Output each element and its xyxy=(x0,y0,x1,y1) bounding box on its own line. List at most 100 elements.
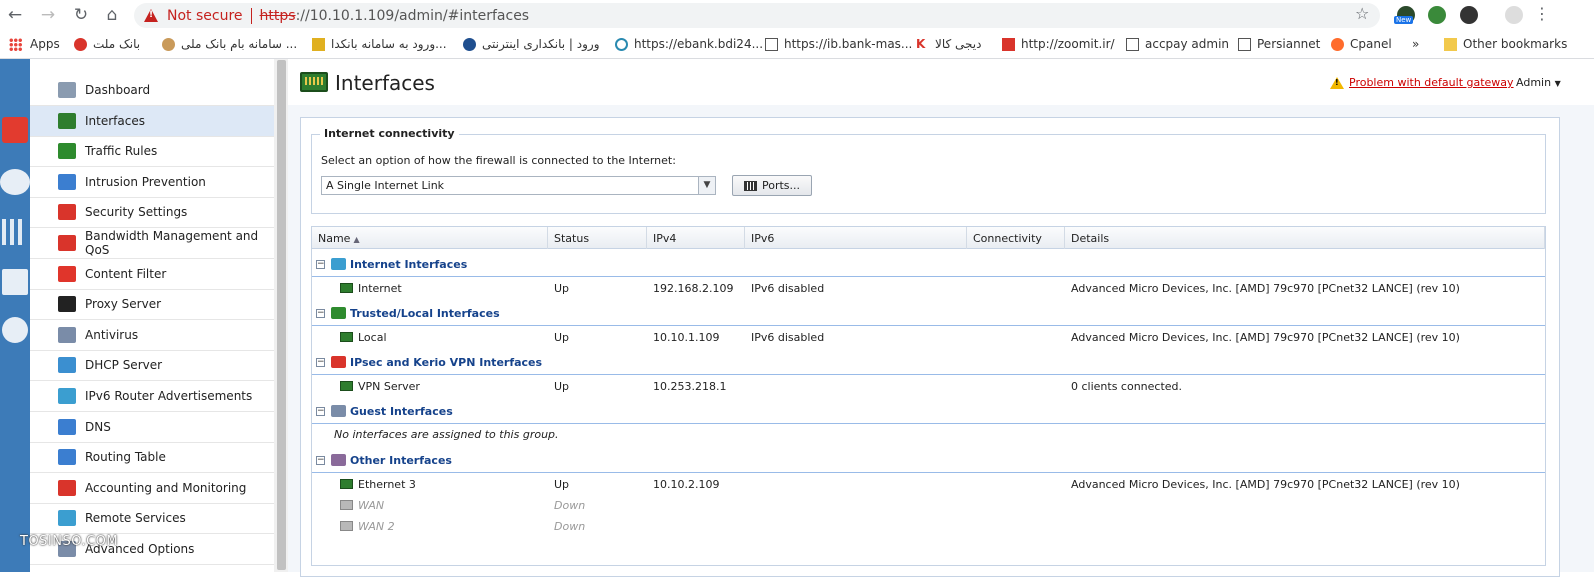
sidebar-item-dashboard[interactable]: Dashboard xyxy=(30,75,274,106)
group-header-trusted-local-interfaces[interactable]: − Trusted/Local Interfaces xyxy=(312,301,1545,326)
sidebar-item-security-settings[interactable]: Security Settings xyxy=(30,197,274,229)
sidebar-item-label: IPv6 Router Advertisements xyxy=(85,389,253,403)
bookmarks-more-button[interactable]: » xyxy=(1412,37,1419,51)
bookmark-label: سامانه بام بانک ملی ... xyxy=(181,37,298,51)
home-button[interactable]: ⌂ xyxy=(97,0,127,30)
group-label: Internet Interfaces xyxy=(350,258,468,271)
sidebar-item-dhcp-server[interactable]: DHCP Server xyxy=(30,350,274,382)
sidebar-item-label: Proxy Server xyxy=(85,297,162,312)
sidebar-item-routing-table[interactable]: Routing Table xyxy=(30,442,274,474)
bookmark-item[interactable]: بانک ملت xyxy=(74,37,140,51)
sidebar-item-traffic-rules[interactable]: Traffic Rules xyxy=(30,136,274,168)
address-bar[interactable]: Not secure https://10.10.1.109/admin/#in… xyxy=(134,3,1380,28)
column-header-ipv4[interactable]: IPv4 xyxy=(647,227,745,249)
cell-details: Advanced Micro Devices, Inc. [AMD] 79c97… xyxy=(1071,331,1460,344)
column-header-label: Details xyxy=(1071,232,1110,245)
table-row[interactable]: Local Up 10.10.1.109 IPv6 disabled Advanced … xyxy=(312,326,1545,350)
gateway-warning-link[interactable]: Problem with default gateway xyxy=(1330,76,1514,89)
sidebar-item-dns[interactable]: DNS xyxy=(30,412,274,443)
logs-document-icon[interactable] xyxy=(2,269,28,295)
network-card-icon xyxy=(340,479,353,489)
empty-group-row: No interfaces are assigned to this group… xyxy=(312,424,1545,448)
sidebar-item-bandwidth-management-and-qos[interactable]: Bandwidth Management and QoS xyxy=(30,228,274,259)
network-card-icon xyxy=(340,521,353,531)
back-button[interactable]: ← xyxy=(0,0,30,30)
sidebar-item-proxy-server[interactable]: Proxy Server xyxy=(30,289,274,321)
sidebar-item-label: Accounting and Monitoring xyxy=(85,480,247,495)
cell-name: Ethernet 3 xyxy=(358,478,416,491)
dhcp-icon xyxy=(58,357,76,374)
bookmark-item[interactable]: Cpanel xyxy=(1331,37,1392,51)
sort-ascending-icon: ▲ xyxy=(353,235,360,244)
table-row[interactable]: VPN Server Up 10.253.218.1 0 clients connec… xyxy=(312,375,1545,399)
bookmark-label: Apps xyxy=(30,37,60,51)
column-header-details[interactable]: Details xyxy=(1065,227,1545,249)
ports-button[interactable]: Ports... xyxy=(732,175,812,196)
bookmark-item[interactable]: http://zoomit.ir/ xyxy=(1002,37,1115,51)
not-secure-label[interactable]: Not secure xyxy=(167,8,243,24)
bookmark-label: https://ib.bank-mas... xyxy=(784,37,913,51)
cell-details: 0 clients connected. xyxy=(1071,380,1183,393)
sidebar-item-ipv6-router-advertisements[interactable]: IPv6 Router Advertisements xyxy=(30,381,274,412)
bookmark-item[interactable]: ورود به سامانه بانکدا... xyxy=(312,37,447,51)
forward-button[interactable]: → xyxy=(33,0,63,30)
kerio-shield-icon[interactable] xyxy=(2,117,28,143)
bookmark-apps[interactable]: Apps xyxy=(9,37,60,51)
sidebar-item-content-filter[interactable]: Content Filter xyxy=(30,259,274,290)
collapse-toggle-icon[interactable]: − xyxy=(316,407,325,416)
globe-extension-icon[interactable] xyxy=(1428,6,1446,24)
bookmark-star-icon[interactable]: ☆ xyxy=(1355,4,1369,23)
reload-button[interactable]: ↻ xyxy=(66,0,96,30)
sidebar-item-interfaces[interactable]: Interfaces xyxy=(30,105,274,137)
statistics-pie-icon[interactable] xyxy=(2,317,28,343)
column-header-status[interactable]: Status xyxy=(548,227,647,249)
sidebar-item-antivirus[interactable]: Antivirus xyxy=(30,320,274,351)
dashboard-icon xyxy=(58,82,76,98)
bank-mellat-icon xyxy=(74,37,87,51)
bookmark-item[interactable]: سامانه بام بانک ملی ... xyxy=(162,37,297,51)
table-row[interactable]: Internet Up 192.168.2.109 IPv6 disabled Adva… xyxy=(312,277,1545,301)
bookmark-item[interactable]: Persiannet xyxy=(1238,37,1320,51)
shield-extension-icon[interactable] xyxy=(1460,6,1478,24)
sidebar-item-accounting-and-monitoring[interactable]: Accounting and Monitoring xyxy=(30,473,274,504)
bookmark-item[interactable]: https://ib.bank-mas... xyxy=(765,37,912,51)
bookmark-item[interactable]: K دیجی کالا xyxy=(916,37,981,51)
sidebar-item-remote-services[interactable]: Remote Services xyxy=(30,503,274,535)
group-header-ipsec-and-kerio-vpn-interfaces[interactable]: − IPsec and Kerio VPN Interfaces xyxy=(312,350,1545,375)
sidebar-scrollbar-thumb[interactable] xyxy=(277,60,286,570)
status-bars-icon[interactable] xyxy=(2,219,28,245)
bookmark-item[interactable]: https://ebank.bdi24... xyxy=(615,37,763,51)
collapse-toggle-icon[interactable]: − xyxy=(316,260,325,269)
admin-user-menu[interactable]: Admin ▼ xyxy=(1516,76,1561,89)
bookmark-label: http://zoomit.ir/ xyxy=(1021,37,1115,51)
column-header-name[interactable]: Name ▲ xyxy=(312,227,548,249)
profile-extension-icon[interactable] xyxy=(1505,6,1523,24)
column-header-ipv6[interactable]: IPv6 xyxy=(745,227,967,249)
table-row[interactable]: WAN 2 Down xyxy=(312,515,1545,539)
collapse-toggle-icon[interactable]: − xyxy=(316,456,325,465)
browser-toolbar: ← → ↻ ⌂ Not secure https://10.10.1.109/a… xyxy=(0,0,1594,30)
bookmark-item[interactable]: ورود | بانکداری اینترنتی xyxy=(463,37,600,51)
group-header-guest-interfaces[interactable]: − Guest Interfaces xyxy=(312,399,1545,424)
column-header-connectivity[interactable]: Connectivity xyxy=(967,227,1065,249)
sidebar-item-label: Routing Table xyxy=(85,450,166,465)
collapse-toggle-icon[interactable]: − xyxy=(316,358,325,367)
url-text: ://10.10.1.109/admin/#interfaces xyxy=(295,7,530,24)
sidebar-item-intrusion-prevention[interactable]: Intrusion Prevention xyxy=(30,167,274,198)
group-header-internet-interfaces[interactable]: − Internet Interfaces xyxy=(312,252,1545,277)
collapse-toggle-icon[interactable]: − xyxy=(316,309,325,318)
bookmark-label: accpay admin xyxy=(1145,37,1230,51)
group-header-other-interfaces[interactable]: − Other Interfaces xyxy=(312,448,1545,473)
monitoring-icon xyxy=(58,479,76,496)
network-card-icon xyxy=(58,112,76,129)
cell-details: Advanced Micro Devices, Inc. [AMD] 79c97… xyxy=(1071,282,1460,295)
configuration-gear-icon[interactable] xyxy=(0,169,30,195)
bookmark-other[interactable]: Other bookmarks xyxy=(1444,37,1567,51)
browser-menu-icon[interactable]: ⋮ xyxy=(1534,4,1550,23)
column-header-label: Name xyxy=(318,232,351,245)
chevron-down-icon[interactable]: ▼ xyxy=(698,177,715,194)
bookmark-item[interactable]: accpay admin xyxy=(1126,37,1229,51)
bank-icon xyxy=(312,37,325,51)
dns-icon xyxy=(58,418,76,435)
connectivity-mode-select[interactable]: A Single Internet Link ▼ xyxy=(321,176,716,195)
